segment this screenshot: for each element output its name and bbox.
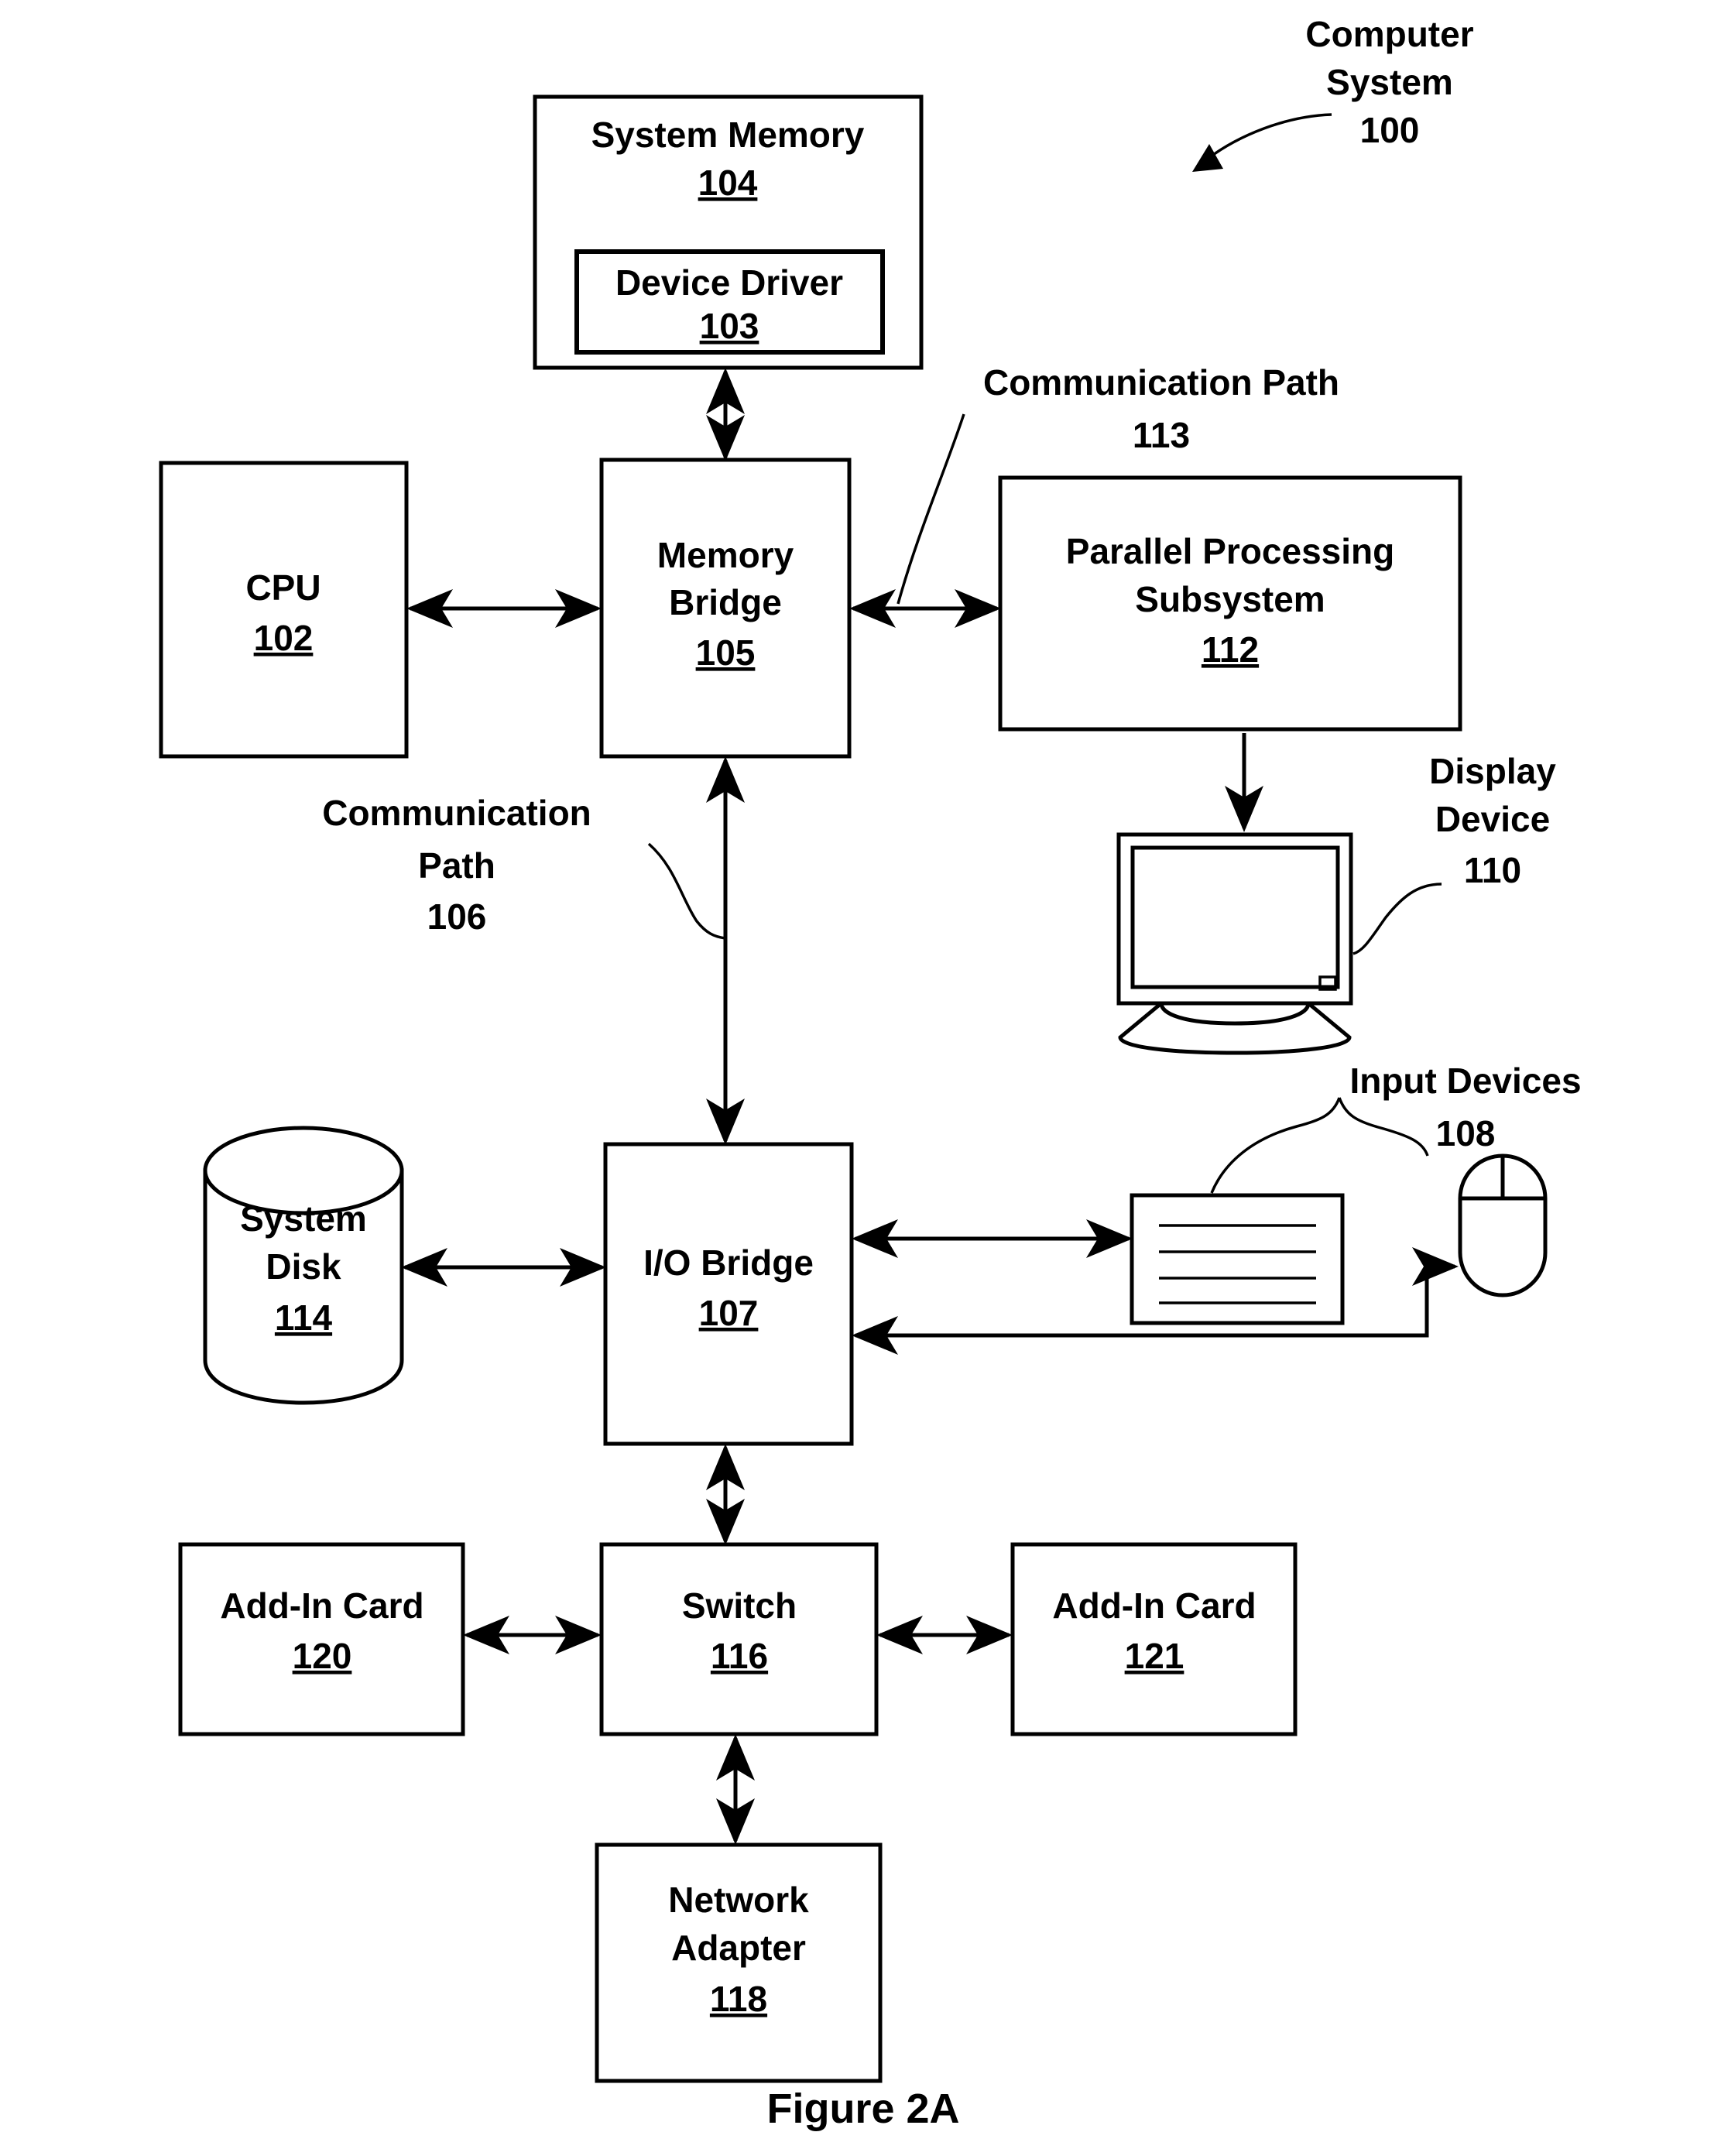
- input-devices-brace-right: [1338, 1097, 1429, 1157]
- network-adapter-label-line2: Adapter: [671, 1928, 806, 1968]
- system-disk-label-line2: Disk: [266, 1246, 341, 1287]
- input-devices-callout: Input Devices 108: [1349, 1061, 1581, 1153]
- communication-path-106-label-line1: Communication: [322, 793, 591, 833]
- computer-system-callout: Computer System 100: [1192, 14, 1474, 172]
- input-devices-brace: [1210, 1097, 1429, 1194]
- communication-path-106-callout: Communication Path 106: [322, 793, 726, 940]
- system-memory-ref: 104: [698, 163, 758, 203]
- computer-system-label-line2: System: [1326, 62, 1453, 102]
- communication-path-113-label: Communication Path: [983, 362, 1339, 403]
- memory-bridge-ref: 105: [696, 632, 756, 673]
- switch-ref: 116: [711, 1636, 768, 1676]
- pps-label-line1: Parallel Processing: [1066, 531, 1394, 571]
- display-device-leader-line: [1352, 883, 1442, 955]
- monitor-icon: [1116, 832, 1353, 1055]
- figure-caption: Figure 2A: [766, 2086, 959, 2132]
- monitor-stand-neck-top: [1159, 1003, 1311, 1026]
- add-in-card-120-label: Add-In Card: [220, 1585, 423, 1626]
- network-adapter-label-line1: Network: [668, 1880, 809, 1920]
- system-disk-label-line1: System: [240, 1198, 367, 1239]
- parallel-processing-subsystem-block[interactable]: Parallel Processing Subsystem 112: [998, 475, 1462, 732]
- memory-bridge-label-line1: Memory: [657, 535, 794, 575]
- communication-path-106-ref: 106: [427, 896, 487, 937]
- monitor-screen: [1130, 845, 1340, 989]
- keyboard-icon[interactable]: [1130, 1193, 1345, 1325]
- system-memory-block[interactable]: System Memory 104 Device Driver 103: [533, 94, 924, 370]
- add-in-card-120-ref: 120: [293, 1636, 352, 1676]
- input-devices-brace-left: [1210, 1097, 1341, 1194]
- io-bridge-block[interactable]: I/O Bridge 107: [603, 1142, 854, 1446]
- computer-system-ref: 100: [1360, 110, 1420, 150]
- io-bridge-label: I/O Bridge: [643, 1243, 814, 1283]
- cylinder-disk-icon[interactable]: System Disk 114: [203, 1126, 404, 1405]
- input-devices-label: Input Devices: [1349, 1061, 1581, 1101]
- network-adapter-ref: 118: [710, 1979, 767, 2019]
- patent-figure-2a: Computer System 100 System Memory 104 De…: [0, 0, 1721, 2156]
- pps-label-line2: Subsystem: [1135, 579, 1325, 619]
- display-device-callout: Display Device 110: [1352, 751, 1556, 955]
- mouse-icon[interactable]: [1458, 1153, 1548, 1297]
- cpu-block[interactable]: CPU 102: [159, 461, 409, 759]
- add-in-card-121-ref: 121: [1125, 1636, 1184, 1676]
- block-diagram-canvas: Computer System 100 System Memory 104 De…: [159, 14, 1582, 2132]
- device-driver-ref: 103: [700, 306, 759, 346]
- computer-system-leader-arrowhead: [1192, 144, 1223, 172]
- input-devices-ref: 108: [1436, 1113, 1496, 1153]
- communication-path-113-ref: 113: [1133, 415, 1190, 455]
- display-device-ref: 110: [1464, 850, 1521, 890]
- add-in-card-121-label: Add-In Card: [1052, 1585, 1256, 1626]
- network-adapter-block[interactable]: Network Adapter 118: [595, 1842, 883, 2083]
- device-driver-label: Device Driver: [615, 262, 843, 303]
- communication-path-106-leader-line: [647, 842, 726, 940]
- memory-bridge-block[interactable]: Memory Bridge 105: [599, 458, 852, 759]
- computer-system-leader-line: [1206, 113, 1332, 160]
- computer-system-label-line1: Computer: [1305, 14, 1473, 54]
- system-memory-label: System Memory: [591, 115, 865, 155]
- communication-path-106-label-line2: Path: [418, 845, 495, 886]
- cpu-box[interactable]: [159, 461, 409, 759]
- display-device-label-line1: Display: [1429, 751, 1556, 791]
- pps-ref: 112: [1202, 629, 1259, 670]
- cpu-ref: 102: [254, 618, 314, 658]
- add-in-card-120-block[interactable]: Add-In Card 120: [178, 1542, 465, 1736]
- switch-block[interactable]: Switch 116: [599, 1542, 879, 1736]
- switch-label: Switch: [682, 1585, 797, 1626]
- monitor-bezel: [1116, 832, 1353, 1006]
- communication-path-113-leader-line: [896, 413, 965, 605]
- add-in-card-121-block[interactable]: Add-In Card 121: [1010, 1542, 1298, 1736]
- memory-bridge-label-line2: Bridge: [669, 582, 782, 622]
- monitor-stand-base: [1118, 1002, 1352, 1055]
- cpu-label: CPU: [245, 567, 321, 608]
- display-device-label-line2: Device: [1435, 799, 1550, 839]
- io-bridge-ref: 107: [699, 1293, 759, 1333]
- system-disk-ref: 114: [275, 1297, 333, 1338]
